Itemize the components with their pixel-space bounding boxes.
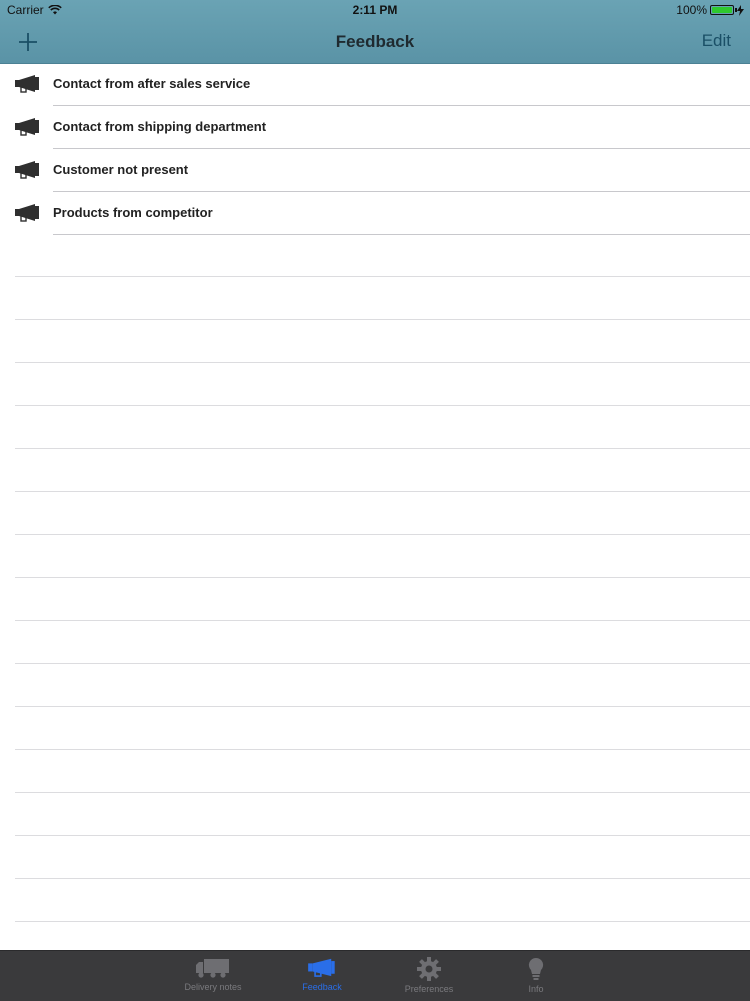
battery-icon [710, 5, 737, 15]
list-item-label: Contact from after sales service [53, 76, 251, 91]
list-item-label: Products from competitor [53, 205, 213, 220]
add-icon[interactable] [14, 28, 42, 56]
empty-row-divider [15, 276, 750, 277]
list-item[interactable]: Contact from shipping department [0, 106, 750, 149]
battery-indicator: 100% [676, 3, 744, 17]
empty-row-divider [15, 362, 750, 363]
empty-rows [0, 234, 750, 950]
empty-row-divider [15, 319, 750, 320]
tab-bar: Delivery notes Feedback Preferences Info [0, 950, 750, 1001]
tab-feedback[interactable]: Feedback [267, 951, 377, 1001]
list-item-label: Customer not present [53, 162, 189, 177]
empty-row-divider [15, 921, 750, 922]
empty-row-divider [15, 405, 750, 406]
empty-row-divider [15, 792, 750, 793]
empty-row-divider [15, 878, 750, 879]
status-time: 2:11 PM [352, 3, 398, 17]
feedback-list: Contact from after sales service Contact… [0, 63, 750, 235]
tab-preferences[interactable]: Preferences [374, 951, 484, 1001]
list-item[interactable]: Products from competitor [0, 192, 750, 235]
megaphone-icon [15, 204, 39, 222]
list-item[interactable]: Customer not present [0, 149, 750, 192]
empty-row-divider [15, 534, 750, 535]
empty-row-divider [15, 448, 750, 449]
navigation-bar: Feedback Edit [0, 20, 750, 63]
empty-row-divider [15, 577, 750, 578]
megaphone-icon [15, 75, 39, 93]
tab-label: Delivery notes [184, 982, 242, 992]
empty-row-divider [15, 491, 750, 492]
charging-bolt-icon [737, 4, 744, 16]
status-bar: Carrier 2:11 PM 100% [0, 0, 750, 20]
empty-row-divider [15, 706, 750, 707]
battery-percent: 100% [676, 3, 707, 17]
megaphone-icon [15, 118, 39, 136]
tab-label: Feedback [302, 982, 342, 992]
empty-row-divider [15, 749, 750, 750]
gear-icon [417, 957, 441, 981]
tab-label: Info [528, 984, 544, 994]
truck-icon [196, 959, 229, 978]
tab-info[interactable]: Info [481, 951, 591, 1001]
header: Carrier 2:11 PM 100% Feedback Edit [0, 0, 750, 64]
lightbulb-icon [528, 957, 544, 980]
empty-row-divider [15, 663, 750, 664]
edit-button[interactable]: Edit [702, 31, 731, 51]
tab-delivery-notes[interactable]: Delivery notes [158, 951, 268, 1001]
megaphone-icon [15, 161, 39, 179]
page-title: Feedback [335, 32, 415, 51]
list-item[interactable]: Contact from after sales service [0, 63, 750, 106]
empty-row-divider [15, 620, 750, 621]
empty-row-divider [15, 835, 750, 836]
megaphone-icon [308, 958, 335, 977]
list-item-label: Contact from shipping department [53, 119, 267, 134]
tab-label: Preferences [404, 984, 454, 994]
